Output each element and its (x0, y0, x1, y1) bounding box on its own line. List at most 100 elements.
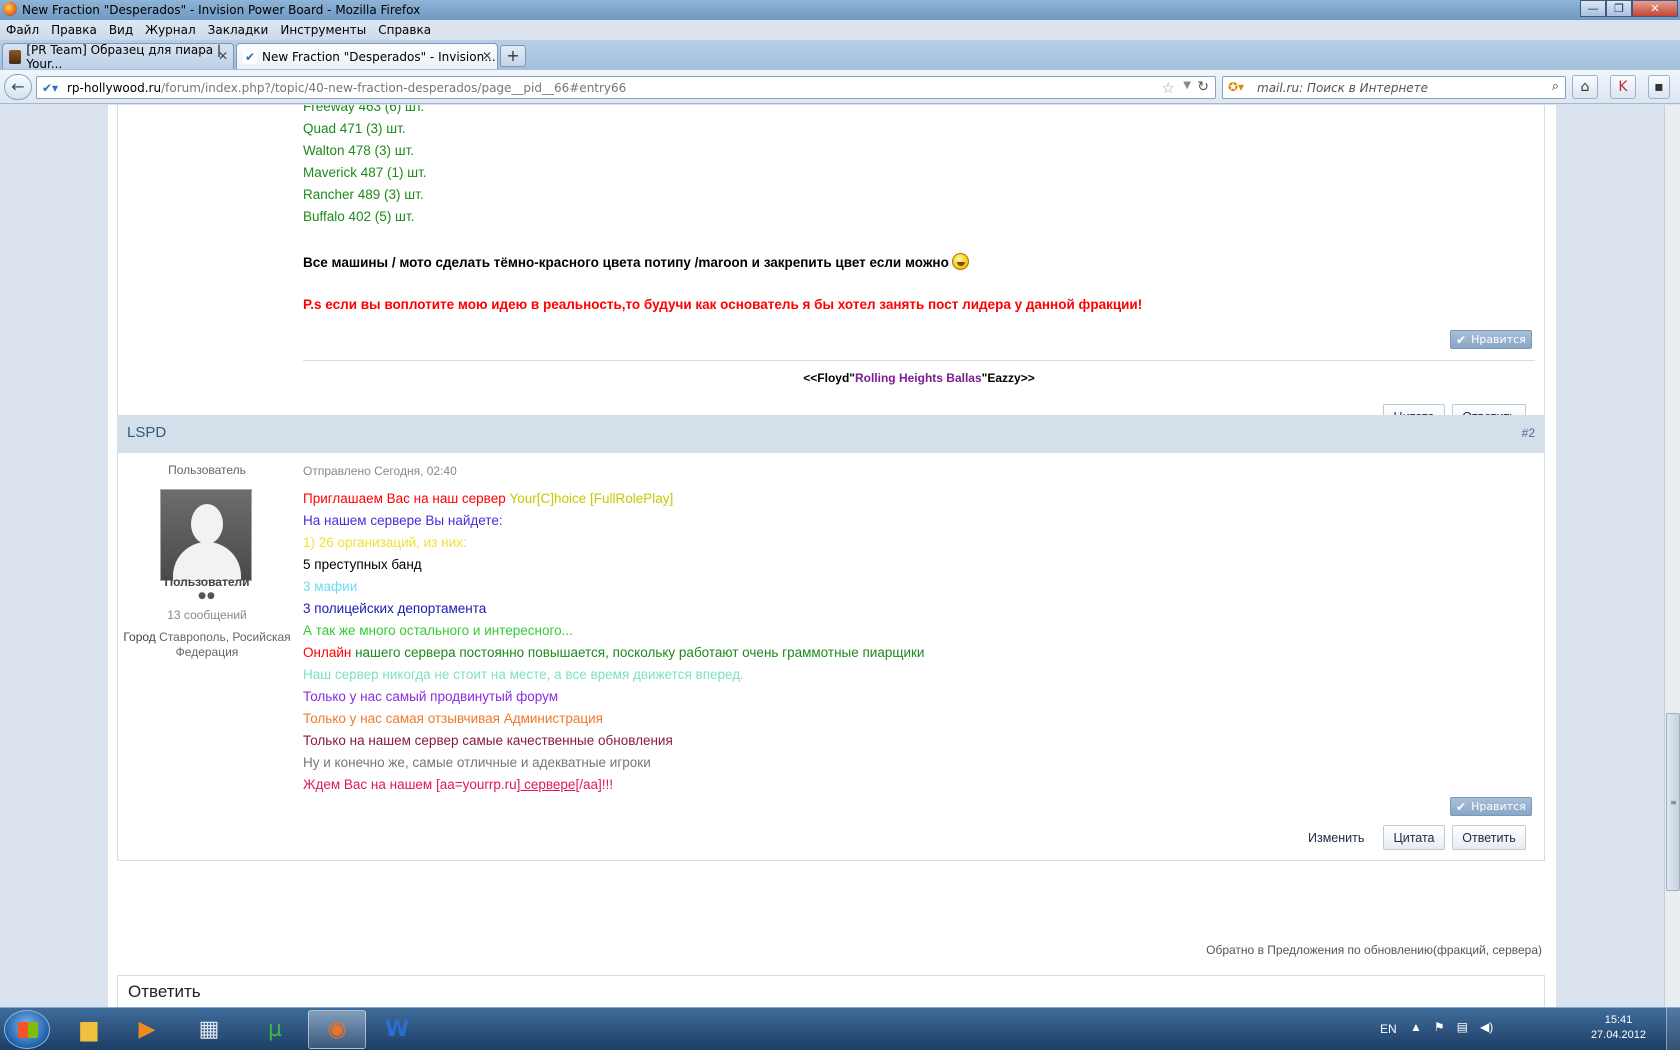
post-number-link[interactable]: #2 (1522, 426, 1535, 440)
system-tray: EN ▲ ⚑ ▤ ◀) 15:41 27.04.2012 (1380, 1008, 1680, 1050)
windows-logo-icon (18, 1022, 38, 1038)
post-line: На нашем сервере Вы найдете: (303, 513, 503, 528)
post-timestamp: Отправлено Сегодня, 02:40 (303, 464, 457, 478)
user-avatar[interactable] (160, 489, 252, 581)
site-favicon-icon: ✔ (243, 49, 257, 64)
media-player-taskbar-icon[interactable]: ▶ (118, 1010, 176, 1049)
history-dropdown-icon[interactable]: ▼ (1183, 80, 1191, 91)
search-engine-icon[interactable]: ✪▾ (1228, 80, 1244, 94)
antivirus-icon[interactable]: K (1610, 75, 1636, 99)
minimize-button[interactable]: — (1580, 0, 1606, 17)
vertical-scrollbar[interactable]: ≡ (1664, 105, 1680, 1007)
tab-label: New Fraction "Desperados" - Invision... (262, 49, 496, 64)
user-city: Город Ставрополь, Росийская Федерация (123, 630, 291, 659)
vehicle-line: Freeway 463 (6) шт. (303, 105, 425, 114)
post-line: 3 полицейских депортамента (303, 601, 487, 616)
reload-icon[interactable]: ↻ (1197, 79, 1209, 95)
edit-post-button[interactable]: Изменить (1308, 831, 1364, 845)
url-text: rp-hollywood.ru/forum/index.php?/topic/4… (67, 81, 627, 95)
post-note: Все машины / мото сделать тёмно-красного… (303, 253, 969, 270)
post-line: Ждем Вас на нашем [aa=yourrp.ru] сервере… (303, 777, 613, 792)
post-line: 1) 26 организаций, из них: (303, 535, 467, 550)
show-desktop-button[interactable] (1666, 1008, 1680, 1050)
post-line: Только у нас самая отзывчивая Администра… (303, 711, 603, 726)
window-controls: — ❐ ✕ (1580, 0, 1678, 18)
like-button[interactable]: ✔ Нравится (1450, 330, 1532, 349)
post-2: Пользователь Пользователи ●● 13 сообщени… (117, 453, 1545, 861)
post-author-link[interactable]: LSPD (127, 424, 166, 441)
back-button[interactable]: ← (4, 74, 32, 100)
language-indicator[interactable]: EN (1380, 1022, 1397, 1036)
utorrent-taskbar-icon[interactable]: µ (246, 1010, 304, 1049)
menu-edit[interactable]: Правка (51, 23, 97, 37)
rank-pips: ●● (198, 591, 216, 601)
checkmark-icon: ✔ (1456, 332, 1467, 347)
reply-button[interactable]: Ответить (1452, 825, 1526, 850)
checkmark-icon: ✔ (1456, 799, 1467, 814)
search-bar[interactable]: ✪▾ mail.ru: Поиск в Интернете ⌕ (1222, 76, 1566, 99)
quote-button[interactable]: Цитата (1383, 825, 1445, 850)
bookmark-star-icon[interactable]: ☆ (1162, 79, 1175, 97)
server-link[interactable]: сервере (520, 777, 575, 792)
new-tab-button[interactable]: + (500, 45, 526, 67)
window-title-bar: New Fraction "Desperados" - Invision Pow… (0, 0, 1680, 20)
menu-history[interactable]: Журнал (145, 23, 196, 37)
maximize-button[interactable]: ❐ (1606, 0, 1632, 17)
laugh-smiley-icon (951, 253, 969, 270)
user-title: Пользователь (168, 463, 246, 477)
reply-heading: Ответить (128, 982, 201, 1001)
user-group: Пользователи (164, 575, 250, 589)
addon-icon[interactable]: ▪ (1648, 75, 1670, 99)
window-title: New Fraction "Desperados" - Invision Pow… (22, 3, 421, 17)
user-post-count: 13 сообщений (167, 608, 247, 622)
menu-file[interactable]: Файл (6, 23, 39, 37)
tray-icons: ▲ ⚑ ▤ ◀) (1410, 1020, 1493, 1034)
close-tab-icon[interactable]: ✕ (482, 49, 492, 63)
tab-pr-team[interactable]: [PR Team] Образец для пиара | Your... ✕ (2, 42, 234, 71)
menu-bookmarks[interactable]: Закладки (208, 23, 269, 37)
scrollbar-thumb[interactable]: ≡ (1666, 713, 1680, 891)
word-taskbar-icon[interactable]: W (368, 1010, 426, 1049)
site-identity-icon[interactable]: ✔▾ (42, 81, 58, 95)
post-line: Наш сервер никогда не стоит на месте, а … (303, 667, 744, 682)
firefox-icon (3, 2, 17, 16)
tab-label: [PR Team] Образец для пиара | Your... (26, 42, 222, 71)
start-button[interactable] (4, 1010, 50, 1049)
network-icon[interactable]: ▤ (1457, 1020, 1468, 1034)
vehicle-line: Quad 471 (3) шт. (303, 121, 406, 136)
firefox-taskbar-icon[interactable]: ◉ (308, 1010, 366, 1049)
show-hidden-icons-icon[interactable]: ▲ (1410, 1020, 1422, 1034)
back-to-forum-link[interactable]: Обратно в Предложения по обновлению(фрак… (1206, 943, 1542, 957)
quick-reply-box: Ответить (117, 975, 1545, 1007)
post-ps: P.s если вы воплотите мою идею в реально… (303, 297, 1143, 312)
menu-bar: Файл Правка Вид Журнал Закладки Инструме… (0, 20, 431, 40)
vehicle-line: Rancher 489 (3) шт. (303, 187, 424, 202)
post-line: Ну и конечно же, самые отличные и адеква… (303, 755, 651, 770)
vehicle-line: Buffalo 402 (5) шт. (303, 209, 415, 224)
search-icon[interactable]: ⌕ (1552, 79, 1559, 94)
menu-view[interactable]: Вид (109, 23, 133, 37)
home-icon[interactable]: ⌂ (1572, 75, 1598, 99)
volume-icon[interactable]: ◀) (1480, 1020, 1493, 1034)
page-viewport: Freeway 463 (6) шт. Quad 471 (3) шт. Wal… (0, 105, 1664, 1007)
tab-strip: [PR Team] Образец для пиара | Your... ✕ … (0, 40, 1680, 71)
tab-new-fraction[interactable]: ✔ New Fraction "Desperados" - Invision..… (236, 43, 498, 69)
windows-taskbar: ▆ ▶ ▦ µ ◉ W EN ▲ ⚑ ▤ ◀) 15:41 27.04.2012 (0, 1007, 1680, 1050)
menu-tools[interactable]: Инструменты (280, 23, 366, 37)
forum-favicon-icon (9, 49, 22, 64)
post-signature: <<Floyd"Rolling Heights Ballas"Eazzy>> (803, 371, 1035, 385)
vehicle-line: Walton 478 (3) шт. (303, 143, 415, 158)
like-button[interactable]: ✔ Нравится (1450, 797, 1532, 816)
post-line: 5 преступных банд (303, 557, 422, 572)
explorer-taskbar-icon[interactable]: ▆ (60, 1010, 118, 1049)
grip-icon: ≡ (1670, 798, 1677, 807)
post-line: А так же много остального и интересного.… (303, 623, 573, 638)
system-clock[interactable]: 15:41 27.04.2012 (1591, 1013, 1646, 1043)
address-bar[interactable]: ✔▾ rp-hollywood.ru/forum/index.php?/topi… (36, 76, 1216, 99)
calculator-taskbar-icon[interactable]: ▦ (180, 1010, 238, 1049)
action-center-flag-icon[interactable]: ⚑ (1434, 1020, 1445, 1034)
close-tab-icon[interactable]: ✕ (218, 49, 228, 63)
close-window-button[interactable]: ✕ (1632, 0, 1678, 17)
post-line: Только на нашем сервер самые качественны… (303, 733, 673, 748)
menu-help[interactable]: Справка (378, 23, 431, 37)
